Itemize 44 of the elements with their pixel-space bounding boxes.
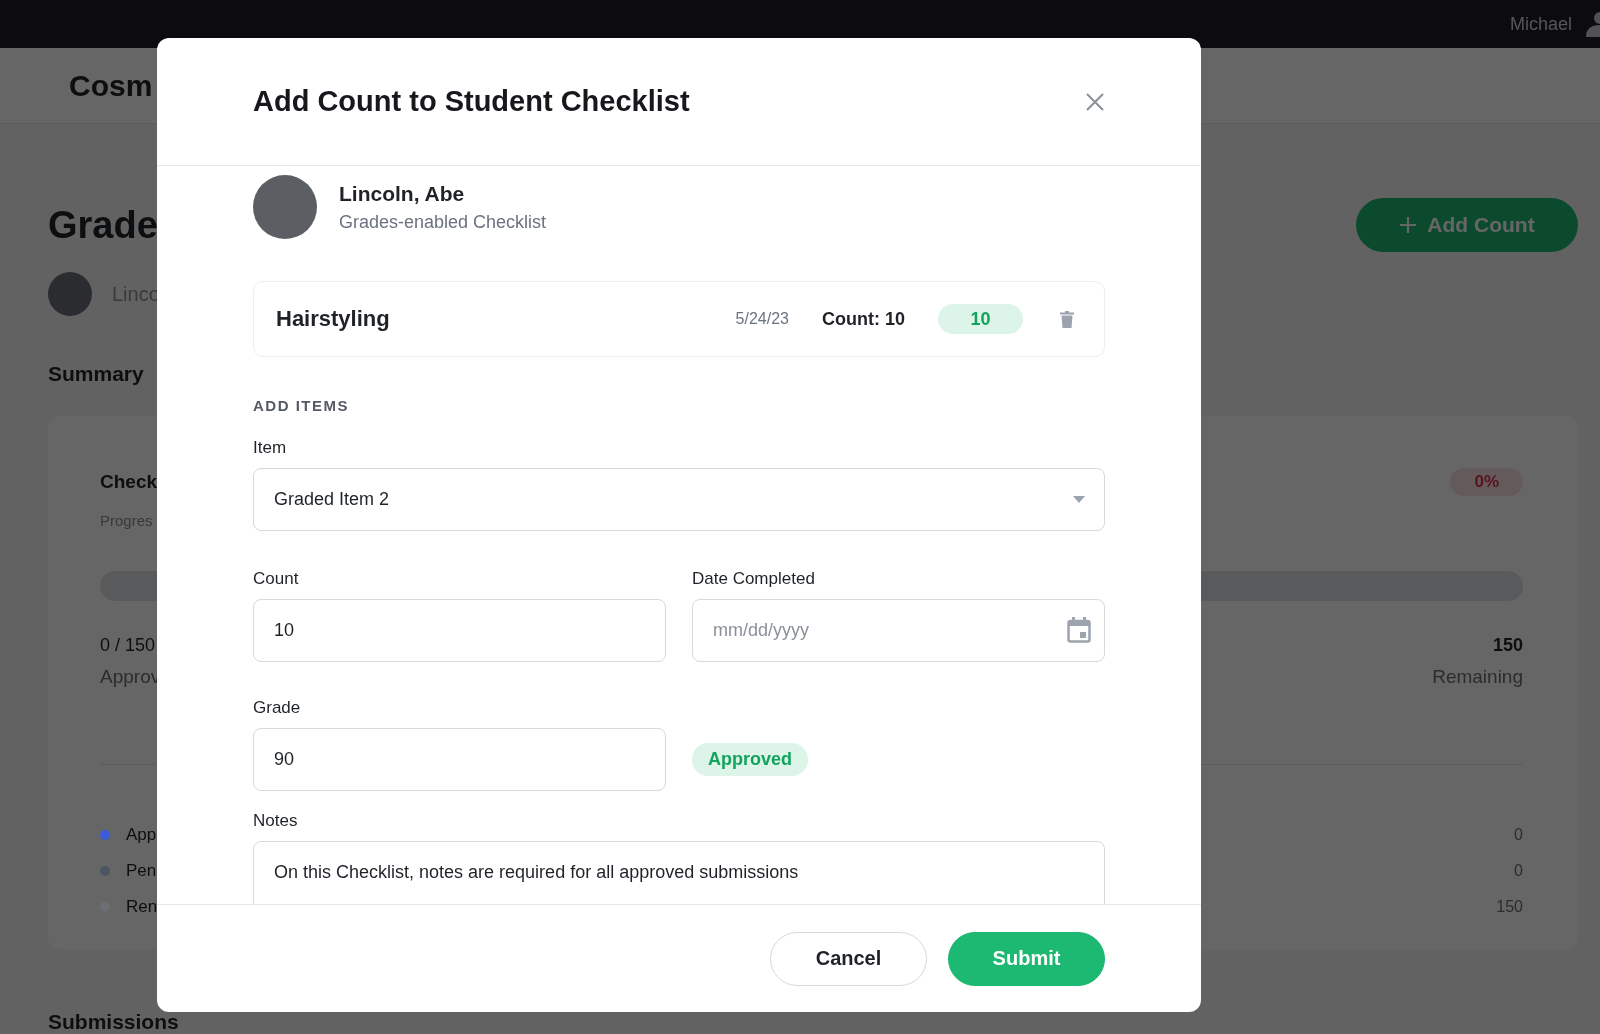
user-icon[interactable] bbox=[1584, 11, 1600, 37]
progress-label: Approv bbox=[100, 666, 161, 688]
card-title: Check bbox=[100, 471, 158, 493]
dialog-title: Add Count to Student Checklist bbox=[253, 85, 690, 118]
remaining-value: 150 bbox=[1492, 635, 1523, 656]
plus-icon bbox=[1399, 216, 1418, 234]
caret-icon bbox=[1073, 496, 1085, 503]
entry-name: Hairstyling bbox=[276, 306, 391, 332]
header-title: Cosm bbox=[69, 68, 153, 103]
field-label: Item bbox=[253, 438, 288, 458]
trash-icon[interactable] bbox=[1060, 310, 1074, 328]
calendar-icon[interactable] bbox=[1067, 617, 1091, 643]
close-button[interactable] bbox=[1085, 91, 1105, 112]
percent-badge: 0% bbox=[1450, 468, 1523, 496]
field-label: Count bbox=[253, 569, 300, 589]
user-name: Michael bbox=[1509, 13, 1572, 35]
notes-field[interactable]: On this Checklist, notes are required for all approved submissions bbox=[253, 841, 1105, 904]
legend-value: 150 bbox=[1496, 898, 1523, 916]
entry-date: 5/24/23 bbox=[735, 310, 789, 328]
legend-value: 0 bbox=[1514, 826, 1523, 844]
status-badge: Approved bbox=[692, 743, 808, 776]
field-label: Grade bbox=[253, 698, 302, 718]
date-input[interactable]: mm/dd/yyyy bbox=[692, 599, 1105, 662]
avatar bbox=[48, 272, 92, 316]
item-select[interactable]: Graded Item 2 bbox=[253, 468, 1105, 531]
count-badge: 10 bbox=[938, 304, 1023, 334]
section-heading: ADD ITEMS bbox=[253, 397, 350, 414]
progress-count: 0 / 150 bbox=[100, 635, 156, 656]
legend-label: App bbox=[126, 825, 157, 845]
remaining-label: Remaining bbox=[1432, 666, 1523, 688]
submissions-heading: Submissions bbox=[48, 1011, 179, 1032]
checklist-name: Grades-enabled Checklist bbox=[339, 211, 547, 233]
field-label: Date Completed bbox=[692, 569, 816, 589]
field-label: Notes bbox=[253, 811, 299, 831]
student-name: Lincoln, Abe bbox=[339, 181, 466, 206]
cancel-button[interactable]: Cancel bbox=[770, 931, 927, 986]
count-input[interactable]: 10 bbox=[253, 599, 666, 662]
legend-label: Ren bbox=[126, 897, 158, 917]
legend-value: 0 bbox=[1514, 862, 1523, 880]
summary-heading: Summary bbox=[48, 362, 144, 386]
entry-count: Count: 10 bbox=[822, 308, 905, 330]
grade-input[interactable]: 90 bbox=[253, 728, 666, 791]
page-title: Grade bbox=[48, 203, 158, 247]
legend-label: Pen bbox=[126, 861, 157, 881]
